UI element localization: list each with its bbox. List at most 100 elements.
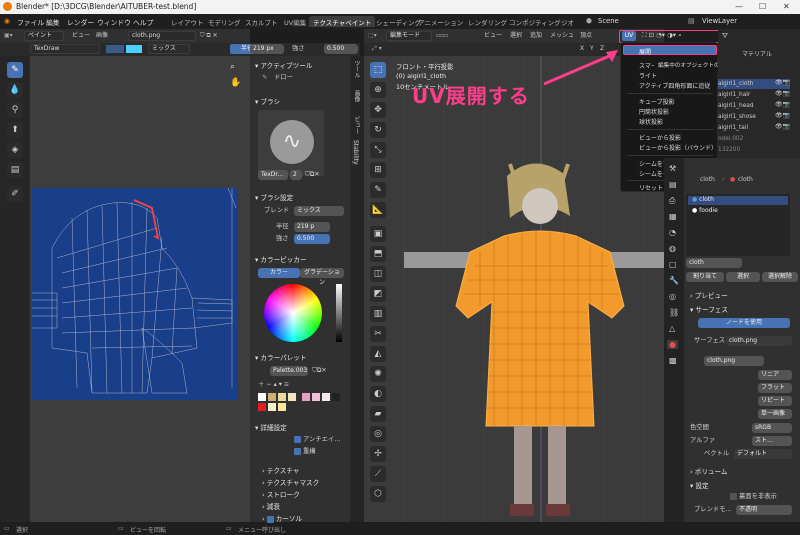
falloff-section[interactable]: › 減衰: [262, 501, 280, 511]
visibility-eye-icon[interactable]: 👁📷: [775, 79, 790, 86]
settings-section[interactable]: ▾ 設定: [690, 480, 709, 490]
fill-tool-icon[interactable]: ◈: [7, 142, 23, 158]
active-tool-section-header[interactable]: ▾ アクティブツール: [255, 60, 312, 70]
constraints-tab-icon[interactable]: ⛓: [669, 308, 679, 317]
annotate-tool-icon[interactable]: ✐: [7, 186, 23, 202]
uv-texture-image[interactable]: [32, 188, 238, 400]
alpha-dropdown[interactable]: スト...: [752, 436, 792, 446]
advanced-header[interactable]: ▾ 詳細設定: [255, 422, 287, 432]
tab-tool[interactable]: ツール: [352, 60, 361, 78]
palette-header[interactable]: ▾ カラーパレット: [255, 352, 307, 362]
brush-name-field[interactable]: TexDraw: [30, 44, 100, 54]
annotate-3d-tool-icon[interactable]: ✎: [370, 182, 386, 198]
uv-menu-button[interactable]: UV: [622, 31, 636, 41]
shear-tool-icon[interactable]: ▰: [370, 406, 386, 422]
outliner-row-head[interactable]: aigirl1_head: [718, 101, 754, 111]
draw-tool-icon[interactable]: ✎: [7, 62, 23, 78]
gradient-tab[interactable]: グラデーション: [300, 268, 344, 286]
brush-preview[interactable]: ∿: [258, 110, 324, 176]
cursor-section[interactable]: › カーソル: [262, 513, 302, 523]
material-name-field[interactable]: cloth: [686, 258, 742, 268]
tab-modeling[interactable]: モデリング: [204, 16, 245, 27]
object-tab-icon[interactable]: ▢: [669, 260, 677, 269]
tab-animation[interactable]: アニメーション: [414, 16, 467, 27]
menu-item-sphere-projection[interactable]: 球状投影: [639, 117, 663, 126]
3d-viewport[interactable]: ⬚ ⊕ ✥ ↻ ⤡ ⊞ ✎ 📐 ▣ ⬒ ◫ ◩ ▥ ✂ ◭ ✺ ◐ ▰ ◎ ✢ …: [364, 56, 664, 522]
palette-name-field[interactable]: Palette.003: [270, 366, 308, 376]
viewport-scene[interactable]: [364, 56, 664, 522]
image-shield-icon[interactable]: ⛉ ⧉ ✕: [200, 31, 218, 41]
image-texture-field[interactable]: cloth.png: [704, 356, 764, 366]
value-slider[interactable]: [336, 284, 342, 342]
modifier-tab-icon[interactable]: 🔧: [669, 276, 679, 285]
select-button[interactable]: 選択: [726, 272, 760, 282]
visibility-eye-icon-4[interactable]: 👁📷: [775, 112, 790, 119]
paint-mode-dropdown[interactable]: ペイント: [24, 31, 64, 41]
slot-foodie[interactable]: ● foodie: [692, 207, 718, 214]
menu-edit[interactable]: 編集: [46, 17, 60, 27]
maximize-button[interactable]: ☐: [759, 2, 766, 11]
interpolation-dropdown[interactable]: リニア: [758, 370, 792, 380]
extension-dropdown[interactable]: リピート: [758, 396, 792, 406]
knife-tool-icon[interactable]: ✂: [370, 326, 386, 342]
menu-item-follow-active-quads[interactable]: アクティブ四角形面に追従: [639, 81, 710, 90]
data-tab-icon[interactable]: △: [669, 324, 675, 333]
tab-geometry[interactable]: ジオ: [557, 16, 578, 27]
color-wheel[interactable]: [264, 284, 322, 342]
tab-stability[interactable]: Stability: [352, 140, 359, 165]
blend-mode-dropdown-mat[interactable]: 不透明: [736, 505, 792, 515]
select-menu-3d[interactable]: 選択: [510, 31, 522, 41]
projection-dropdown[interactable]: フラット: [758, 383, 792, 393]
radius-field[interactable]: 219 px: [250, 44, 284, 54]
scene-tab-icon[interactable]: ◔: [669, 228, 676, 237]
menu-window[interactable]: ウィンドウ: [97, 17, 131, 27]
color-tab[interactable]: カラー: [258, 268, 300, 278]
menu-item-project-from-view[interactable]: ビューから投影: [639, 133, 681, 142]
tab-view[interactable]: ビュー: [352, 116, 361, 134]
menu-item-project-from-view-bounds[interactable]: ビューから投影（バウンド）: [639, 143, 717, 152]
loop-cut-tool-icon[interactable]: ▥: [370, 306, 386, 322]
output-prop-tab-icon[interactable]: ⎙: [669, 196, 675, 206]
shrink-tool-icon[interactable]: ◎: [370, 426, 386, 442]
color-space-dropdown[interactable]: sRGB: [752, 423, 792, 433]
outliner-row-cloth[interactable]: aigirl1_cloth: [718, 79, 753, 89]
texture-tab-icon[interactable]: ▩: [669, 356, 677, 365]
editor-type-icon[interactable]: ▣▾: [4, 31, 13, 41]
tab-uv-editing[interactable]: UV編集: [280, 16, 310, 27]
outliner-row-shose[interactable]: aigirl1_shose: [718, 112, 756, 122]
palette-add-remove-icon[interactable]: ＋ − ▴ ▾ ≡: [258, 380, 289, 390]
extrude-tool-icon[interactable]: ⬒: [370, 246, 386, 262]
tab-compositing[interactable]: コンポジティング: [505, 16, 565, 27]
add-cube-tool-icon[interactable]: ▣: [370, 226, 386, 242]
material-tab-icon[interactable]: ●: [667, 340, 678, 349]
texture-section[interactable]: › テクスチャ: [262, 465, 299, 475]
outliner-row-number[interactable]: 132200: [718, 145, 740, 155]
primary-color-swatch[interactable]: [126, 45, 142, 53]
tab-sculpt[interactable]: スカルプト: [241, 16, 282, 27]
inset-tool-icon[interactable]: ◫: [370, 266, 386, 282]
measure-tool-icon[interactable]: 📐: [370, 202, 386, 218]
select-mode-icons[interactable]: ▫▫▫: [436, 31, 448, 41]
tab-rendering[interactable]: レンダリング: [464, 16, 511, 27]
brush-name-field-props[interactable]: TexDr...: [258, 170, 288, 180]
view-layer-name[interactable]: ViewLayer: [702, 17, 737, 25]
visibility-eye-icon-2[interactable]: 👁📷: [775, 90, 790, 97]
brush-users-count[interactable]: 2: [290, 170, 302, 180]
filter-icon[interactable]: ⛛: [722, 32, 728, 41]
menu-render[interactable]: レンダー: [67, 17, 94, 27]
brush-fake-user-icon[interactable]: ⛉⧉✕: [305, 170, 320, 180]
surface-section[interactable]: ▾ サーフェス: [690, 304, 728, 314]
menu-help[interactable]: ヘルプ: [133, 17, 153, 27]
shear-alt-tool-icon[interactable]: ⟋: [370, 466, 386, 482]
spin-tool-icon[interactable]: ✺: [370, 366, 386, 382]
assign-button[interactable]: 割り当て: [686, 272, 724, 282]
view-menu[interactable]: ビュー: [72, 31, 90, 41]
palette-shield-icon[interactable]: ⛉⧉✕: [312, 366, 327, 376]
slot-cloth[interactable]: ● cloth: [692, 196, 714, 203]
view-menu-3d[interactable]: ビュー: [484, 31, 502, 41]
smooth-tool-icon[interactable]: ◐: [370, 386, 386, 402]
tab-layout[interactable]: レイアウト: [167, 16, 208, 27]
tab-texture-paint[interactable]: テクスチャペイント: [309, 16, 376, 27]
close-button[interactable]: ✕: [783, 2, 790, 11]
blend-mode-dropdown[interactable]: ミックス: [148, 44, 190, 54]
